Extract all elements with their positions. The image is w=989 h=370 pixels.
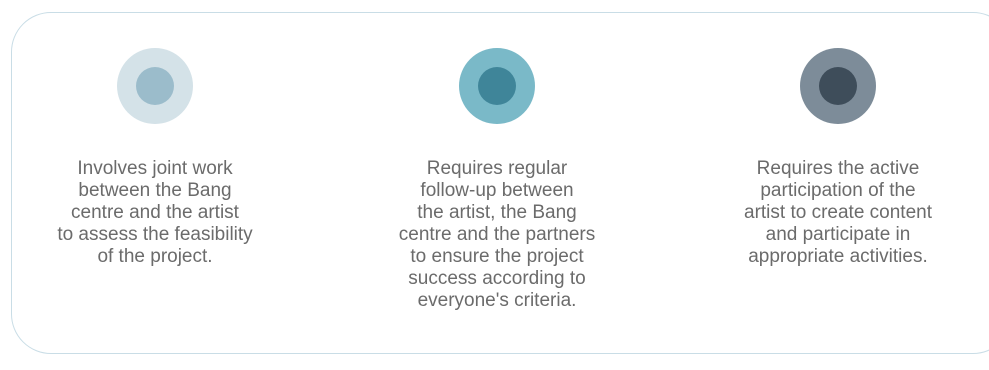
circle-inner-dot [819, 67, 857, 105]
circle-icon [117, 48, 193, 124]
circle-inner-dot [478, 67, 516, 105]
feature-description: Requires the active participation of the… [744, 158, 932, 267]
feature-description: Requires regular follow-up between the a… [398, 158, 596, 311]
circle-icon [459, 48, 535, 124]
circle-inner-dot [136, 67, 174, 105]
circle-icon [800, 48, 876, 124]
feature-description: Involves joint work between the Bang cen… [57, 158, 253, 267]
